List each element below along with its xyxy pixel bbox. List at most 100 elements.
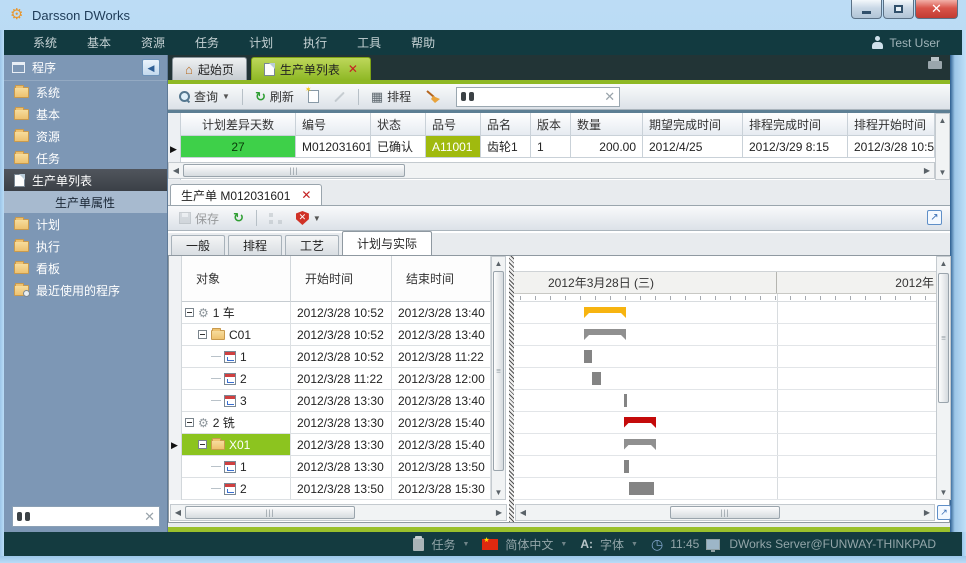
column-header[interactable]: 品名 — [481, 113, 531, 136]
reload-button[interactable]: ↻ — [228, 210, 249, 226]
refresh-button[interactable]: ↻ 刷新 — [250, 86, 299, 107]
sidebar-item-资源[interactable]: 资源 — [4, 125, 167, 147]
tree-expander-icon[interactable] — [198, 330, 207, 339]
menu-item-系统[interactable]: 系统 — [18, 34, 72, 51]
sidebar-item-生产单列表[interactable]: 生产单列表 — [4, 169, 167, 191]
sidebar-collapse-button[interactable]: ◀ — [142, 59, 160, 76]
scroll-up-icon[interactable]: ▲ — [936, 116, 949, 125]
column-header[interactable]: 编号 — [296, 113, 371, 136]
gantt-bar-task[interactable] — [584, 350, 592, 363]
grid-vertical-scrollbar[interactable]: ▲ ▼ — [935, 113, 950, 180]
gantt-vertical-scrollbar[interactable]: ▲ ≡ ▼ — [936, 256, 951, 500]
tree-row[interactable]: 32012/3/28 13:302012/3/28 13:40 — [182, 390, 491, 412]
menu-item-基本[interactable]: 基本 — [72, 34, 126, 51]
tab-production-list[interactable]: 生产单列表 ✕ — [251, 57, 371, 80]
tab-计划与实际[interactable]: 计划与实际 — [342, 231, 432, 255]
scrollbar-thumb[interactable]: ||| — [185, 506, 355, 519]
column-header[interactable]: 品号 — [426, 113, 481, 136]
maximize-button[interactable] — [883, 0, 914, 19]
column-header[interactable]: 版本 — [531, 113, 571, 136]
tab-一般[interactable]: 一般 — [171, 235, 225, 255]
clean-button[interactable] — [420, 88, 446, 106]
chevron-down-icon[interactable]: ▼ — [631, 541, 638, 548]
tree-row[interactable]: 22012/3/28 13:502012/3/28 15:30 — [182, 478, 491, 500]
tree-expander-icon[interactable] — [185, 418, 194, 427]
chevron-down-icon[interactable]: ▼ — [313, 214, 321, 223]
scrollbar-thumb[interactable]: ≡ — [493, 271, 504, 471]
scrollbar-thumb[interactable]: ≡ — [938, 273, 949, 403]
menu-item-帮助[interactable]: 帮助 — [396, 34, 450, 51]
sidebar-item-最近使用的程序[interactable]: 最近使用的程序 — [4, 279, 167, 301]
chevron-down-icon[interactable]: ▼ — [560, 541, 567, 548]
grid-filter-input[interactable] — [478, 91, 604, 103]
scroll-down-icon[interactable]: ▼ — [937, 488, 950, 497]
sidebar-search-input[interactable] — [34, 511, 144, 523]
expand-gantt-icon[interactable]: ↗ — [937, 505, 951, 520]
tree-row[interactable]: 12012/3/28 13:302012/3/28 13:50 — [182, 456, 491, 478]
scroll-left-icon[interactable]: ◀ — [516, 508, 530, 517]
sidebar-item-系统[interactable]: 系统 — [4, 81, 167, 103]
sidebar-item-生产单属性[interactable]: 生产单属性 — [4, 191, 167, 213]
scroll-down-icon[interactable]: ▼ — [936, 168, 949, 177]
minimize-button[interactable] — [851, 0, 882, 19]
grid-horizontal-scrollbar[interactable]: ◀ ||| ▶ — [168, 162, 935, 179]
tree-row[interactable]: ⚙2 铣2012/3/28 13:302012/3/28 15:40 — [182, 412, 491, 434]
new-button[interactable] — [303, 88, 324, 105]
tree-row[interactable]: C012012/3/28 10:522012/3/28 13:40 — [182, 324, 491, 346]
tree-expander-icon[interactable] — [198, 440, 207, 449]
clear-filter-icon[interactable]: ✕ — [604, 89, 615, 105]
scroll-left-icon[interactable]: ◀ — [171, 508, 185, 517]
menu-item-资源[interactable]: 资源 — [126, 34, 180, 51]
tree-row[interactable]: ⚙1 车2012/3/28 10:522012/3/28 13:40 — [182, 302, 491, 324]
chevron-down-icon[interactable]: ▼ — [462, 541, 469, 548]
open-external-icon[interactable]: ↗ — [927, 210, 942, 225]
sidebar-item-基本[interactable]: 基本 — [4, 103, 167, 125]
column-header-end[interactable]: 结束时间 — [392, 256, 491, 302]
scroll-up-icon[interactable]: ▲ — [937, 259, 950, 268]
sidebar-item-计划[interactable]: 计划 — [4, 213, 167, 235]
column-header[interactable]: 排程完成时间 — [743, 113, 848, 136]
column-header-object[interactable]: 对象 — [182, 256, 291, 302]
tree-row[interactable]: 12012/3/28 10:522012/3/28 11:22 — [182, 346, 491, 368]
scroll-right-icon[interactable]: ▶ — [492, 508, 506, 517]
scroll-down-icon[interactable]: ▼ — [492, 488, 505, 497]
scroll-right-icon[interactable]: ▶ — [920, 508, 934, 517]
edit-button[interactable] — [328, 94, 351, 100]
grid-data-row[interactable]: 27M012031601已确认A11001齿轮11200.002012/4/25… — [181, 136, 935, 158]
query-button[interactable]: 查询 ▼ — [174, 86, 235, 107]
tab-production-order[interactable]: 生产单 M012031601 ✕ — [170, 184, 322, 205]
scroll-right-icon[interactable]: ▶ — [920, 166, 934, 175]
tree-vertical-scrollbar[interactable]: ▲ ≡ ▼ — [491, 256, 506, 500]
close-tab-icon[interactable]: ✕ — [348, 62, 358, 76]
status-task[interactable]: 任务 — [431, 536, 455, 553]
menu-item-任务[interactable]: 任务 — [180, 34, 234, 51]
column-header[interactable]: 状态 — [371, 113, 426, 136]
close-button[interactable]: ✕ — [915, 0, 958, 19]
tree-row[interactable]: X012012/3/28 13:302012/3/28 15:40 — [182, 434, 491, 456]
column-header[interactable]: 期望完成时间 — [643, 113, 743, 136]
gantt-bar-task[interactable] — [592, 372, 602, 385]
status-font[interactable]: 字体 — [600, 536, 624, 553]
trace-button[interactable] — [264, 211, 287, 226]
chevron-down-icon[interactable]: ▼ — [222, 92, 230, 101]
sidebar-item-看板[interactable]: 看板 — [4, 257, 167, 279]
scroll-up-icon[interactable]: ▲ — [492, 259, 505, 268]
tree-row[interactable]: 22012/3/28 11:222012/3/28 12:00 — [182, 368, 491, 390]
sidebar-item-执行[interactable]: 执行 — [4, 235, 167, 257]
menu-item-工具[interactable]: 工具 — [342, 34, 396, 51]
cancel-confirm-button[interactable]: ✕ ▼ — [291, 209, 326, 227]
column-header-start[interactable]: 开始时间 — [291, 256, 392, 302]
schedule-button[interactable]: ▦ 排程 — [366, 86, 416, 107]
gantt-bar-task[interactable] — [629, 482, 654, 495]
save-button[interactable]: 保存 — [174, 208, 224, 229]
tab-工艺[interactable]: 工艺 — [285, 235, 339, 255]
gantt-bar-task[interactable] — [624, 460, 629, 473]
scrollbar-thumb[interactable]: ||| — [183, 164, 405, 177]
tab-home[interactable]: ⌂ 起始页 — [172, 57, 247, 80]
gantt-horizontal-scrollbar[interactable]: ◀ ||| ▶ — [515, 504, 935, 521]
scrollbar-thumb[interactable]: ||| — [670, 506, 780, 519]
gantt-bar-task[interactable] — [624, 394, 627, 407]
menu-item-执行[interactable]: 执行 — [288, 34, 342, 51]
column-header[interactable]: 数量 — [571, 113, 643, 136]
status-language[interactable]: 简体中文 — [505, 536, 553, 553]
